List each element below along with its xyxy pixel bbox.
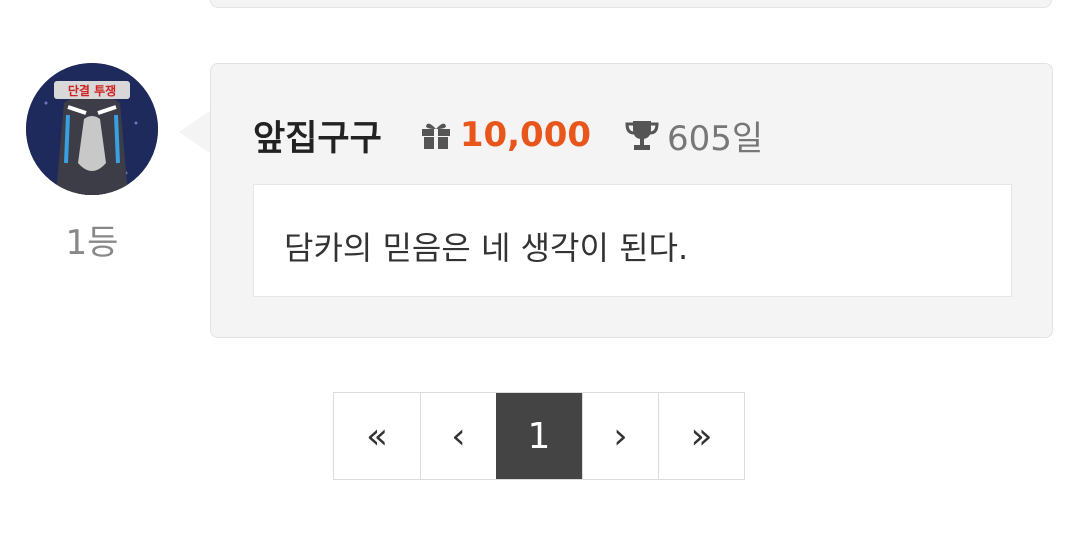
first-page-button[interactable]: « bbox=[334, 393, 420, 479]
avatar-image: 단결 투쟁 bbox=[26, 63, 158, 195]
comment-card: 앞집구구 10,000 605일 담카의 믿음은 네 생각이 된다. bbox=[210, 63, 1053, 338]
days-group: 605일 bbox=[625, 111, 763, 160]
gift-icon bbox=[421, 123, 450, 149]
prev-page-button[interactable]: ‹ bbox=[420, 393, 496, 479]
last-page-button[interactable]: » bbox=[658, 393, 744, 479]
rank-label: 1등 bbox=[65, 223, 119, 263]
next-page-button[interactable]: › bbox=[582, 393, 658, 479]
avatar[interactable]: 단결 투쟁 bbox=[26, 63, 158, 195]
avatar-headband-text: 단결 투쟁 bbox=[68, 83, 116, 98]
username[interactable]: 앞집구구 bbox=[253, 110, 382, 161]
comment-text: 담카의 믿음은 네 생각이 된다. bbox=[284, 229, 689, 267]
comment-meta: 앞집구구 10,000 605일 bbox=[253, 110, 763, 161]
comment-body: 담카의 믿음은 네 생각이 된다. bbox=[253, 184, 1012, 297]
days-value: 605일 bbox=[667, 118, 764, 159]
trophy-icon bbox=[625, 121, 659, 150]
card-pointer bbox=[179, 110, 211, 154]
previous-comment-card bbox=[210, 0, 1052, 8]
points-group: 10,000 bbox=[420, 115, 591, 155]
pagination: « ‹ 1 › » bbox=[333, 392, 745, 480]
current-page-button[interactable]: 1 bbox=[496, 393, 582, 479]
points-value: 10,000 bbox=[459, 115, 592, 155]
